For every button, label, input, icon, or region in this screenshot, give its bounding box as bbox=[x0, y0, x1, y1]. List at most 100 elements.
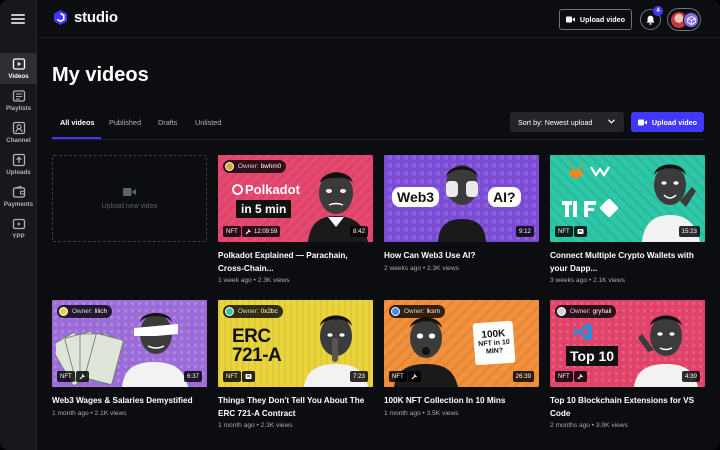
video-thumbnail[interactable]: 100K NFT in 10 MIN? Owner: lksrn NFT 26:… bbox=[384, 300, 539, 387]
nft-badge: NFT bbox=[389, 371, 407, 382]
thumbnail-subtitle: in 5 min bbox=[236, 200, 292, 218]
video-meta: 2 weeks ago • 2.3K views bbox=[384, 264, 459, 272]
camera-icon bbox=[123, 188, 136, 196]
tab-all-videos[interactable]: All videos bbox=[60, 111, 94, 139]
buy-now-badge bbox=[574, 226, 587, 237]
video-card[interactable]: Top 10 Owner: gryhail NFT 4:39 Top 10 Bl… bbox=[550, 300, 705, 429]
channel-avatar bbox=[683, 12, 699, 28]
upload-video-primary-button[interactable]: Upload video bbox=[631, 112, 704, 132]
sidebar-item-payments[interactable]: Payments bbox=[0, 181, 37, 212]
video-thumbnail[interactable]: NFT 15:23 bbox=[550, 155, 705, 242]
playlist-icon bbox=[12, 90, 25, 102]
sidebar-item-uploads[interactable]: Uploads bbox=[0, 149, 37, 180]
owner-name: bwhm0 bbox=[260, 163, 282, 170]
video-title[interactable]: How Can Web3 Use AI? bbox=[384, 250, 534, 263]
video-title[interactable]: Top 10 Blockchain Extensions for VS Code bbox=[550, 395, 700, 420]
video-thumbnail[interactable]: Top 10 Owner: gryhail NFT 4:39 bbox=[550, 300, 705, 387]
video-thumbnail[interactable]: Owner: lilich NFT 6:37 bbox=[52, 300, 207, 387]
camera-icon bbox=[637, 119, 647, 125]
sidebar-item-ypp[interactable]: YPP bbox=[0, 213, 37, 244]
video-thumbnail[interactable]: Web3 AI? 9:12 bbox=[384, 155, 539, 242]
app-name: studio bbox=[74, 9, 118, 26]
thumbnail-title: ERC bbox=[232, 326, 271, 347]
sidebar-item-label: Channel bbox=[6, 137, 31, 144]
presenter-illustration bbox=[122, 313, 188, 387]
thumbnail-subtitle: AI? bbox=[488, 187, 521, 207]
video-card[interactable]: Polkadot in 5 min Owner: bwhm0 NFT 12:09… bbox=[218, 155, 373, 284]
video-card[interactable]: ERC 721-A Owner: 0x2bc NFT 7:23 Things T… bbox=[218, 300, 373, 429]
owner-name: lksrn bbox=[426, 308, 441, 315]
video-icon bbox=[12, 58, 25, 70]
owner-name: lilich bbox=[94, 308, 108, 315]
vscode-logo-icon bbox=[573, 323, 592, 341]
owner-prefix: Owner: bbox=[238, 308, 259, 315]
video-thumbnail[interactable]: ERC 721-A Owner: 0x2bc NFT 7:23 bbox=[218, 300, 373, 387]
tab-unlisted[interactable]: Unlisted bbox=[195, 111, 221, 139]
menu-icon[interactable] bbox=[11, 13, 25, 25]
video-thumbnail[interactable]: Polkadot in 5 min Owner: bwhm0 NFT 12:09… bbox=[218, 155, 373, 242]
video-meta: 1 month ago • 3.5K views bbox=[384, 409, 459, 417]
upload-new-video-label: Upload new video bbox=[101, 203, 158, 210]
auction-badge bbox=[76, 371, 89, 382]
auction-time-left: 12:09:59 bbox=[254, 228, 278, 235]
bell-icon bbox=[646, 15, 655, 25]
owner-avatar bbox=[557, 307, 566, 316]
owner-avatar bbox=[59, 307, 68, 316]
video-title[interactable]: Polkadot Explained — Parachain, Cross-Ch… bbox=[218, 250, 368, 275]
video-title[interactable]: Connect Multiple Crypto Wallets with you… bbox=[550, 250, 700, 275]
owner-avatar bbox=[225, 307, 234, 316]
sidebar-item-channel[interactable]: Channel bbox=[0, 117, 37, 148]
sidebar-item-label: Playlists bbox=[5, 105, 32, 112]
nft-badge: NFT bbox=[223, 371, 241, 382]
wallet-icon bbox=[12, 185, 25, 198]
video-title[interactable]: Things They Don't Tell You About The ERC… bbox=[218, 395, 368, 420]
app-window: Videos Playlists Channel Uploads Payment… bbox=[0, 0, 720, 450]
upload-icon bbox=[12, 153, 25, 167]
ypp-icon bbox=[12, 218, 25, 230]
video-meta: 1 month ago • 2.1K views bbox=[52, 409, 127, 417]
auction-badge bbox=[574, 371, 587, 382]
thumbnail-subtitle: NFT in 10 MIN? bbox=[478, 338, 510, 356]
owner-prefix: Owner: bbox=[238, 163, 259, 170]
owner-badge: Owner: lilich bbox=[57, 305, 113, 318]
video-card[interactable]: Web3 AI? 9:12 How Can Web3 Use AI? 2 wee… bbox=[384, 155, 539, 272]
chevron-down-icon bbox=[608, 119, 615, 124]
video-duration: 6:37 bbox=[183, 371, 202, 382]
video-duration: 15:23 bbox=[678, 226, 700, 237]
metamask-logo-icon bbox=[567, 164, 585, 179]
tab-published[interactable]: Published bbox=[109, 111, 141, 139]
studio-logo[interactable]: studio bbox=[52, 9, 118, 26]
upload-new-video-tile[interactable]: Upload new video bbox=[52, 155, 207, 242]
thumbnail-title: Polkadot bbox=[232, 183, 300, 196]
account-switcher[interactable] bbox=[667, 8, 701, 31]
video-card[interactable]: NFT 15:23 Connect Multiple Crypto Wallet… bbox=[550, 155, 705, 284]
owner-prefix: Owner: bbox=[72, 308, 93, 315]
sidebar-item-label: Uploads bbox=[6, 169, 31, 176]
video-meta: 1 month ago • 2.3K views bbox=[218, 422, 293, 429]
tab-drafts[interactable]: Drafts bbox=[158, 111, 177, 139]
nft-badge: NFT bbox=[555, 226, 573, 237]
sidebar-item-playlists[interactable]: Playlists bbox=[0, 85, 37, 116]
video-title[interactable]: Web3 Wages & Salaries Demystified bbox=[52, 395, 202, 408]
sidebar-item-label: YPP bbox=[12, 233, 25, 240]
nft-badge: NFT bbox=[223, 226, 241, 237]
buy-now-badge bbox=[242, 371, 255, 382]
video-title[interactable]: 100K NFT Collection In 10 Mins bbox=[384, 395, 534, 408]
video-duration: 9:12 bbox=[515, 226, 534, 237]
nft-badge: NFT bbox=[57, 371, 75, 382]
video-duration: 26:39 bbox=[512, 371, 534, 382]
owner-badge: Owner: lksrn bbox=[389, 305, 446, 318]
camera-icon bbox=[565, 16, 575, 23]
upload-video-button[interactable]: Upload video bbox=[559, 9, 632, 30]
owner-avatar bbox=[225, 162, 234, 171]
walletconnect-logo-icon bbox=[590, 166, 610, 178]
auction-timer: 12:09:59 bbox=[242, 226, 281, 237]
channel-icon bbox=[12, 121, 25, 135]
video-card[interactable]: Owner: lilich NFT 6:37 Web3 Wages & Sala… bbox=[52, 300, 207, 417]
owner-avatar bbox=[391, 307, 400, 316]
sort-select[interactable]: Sort by: Newest upload bbox=[510, 112, 624, 132]
nft-badge: NFT bbox=[555, 371, 573, 382]
video-card[interactable]: 100K NFT in 10 MIN? Owner: lksrn NFT 26:… bbox=[384, 300, 539, 417]
page-title: My videos bbox=[52, 64, 149, 86]
sidebar-item-videos[interactable]: Videos bbox=[0, 53, 37, 84]
